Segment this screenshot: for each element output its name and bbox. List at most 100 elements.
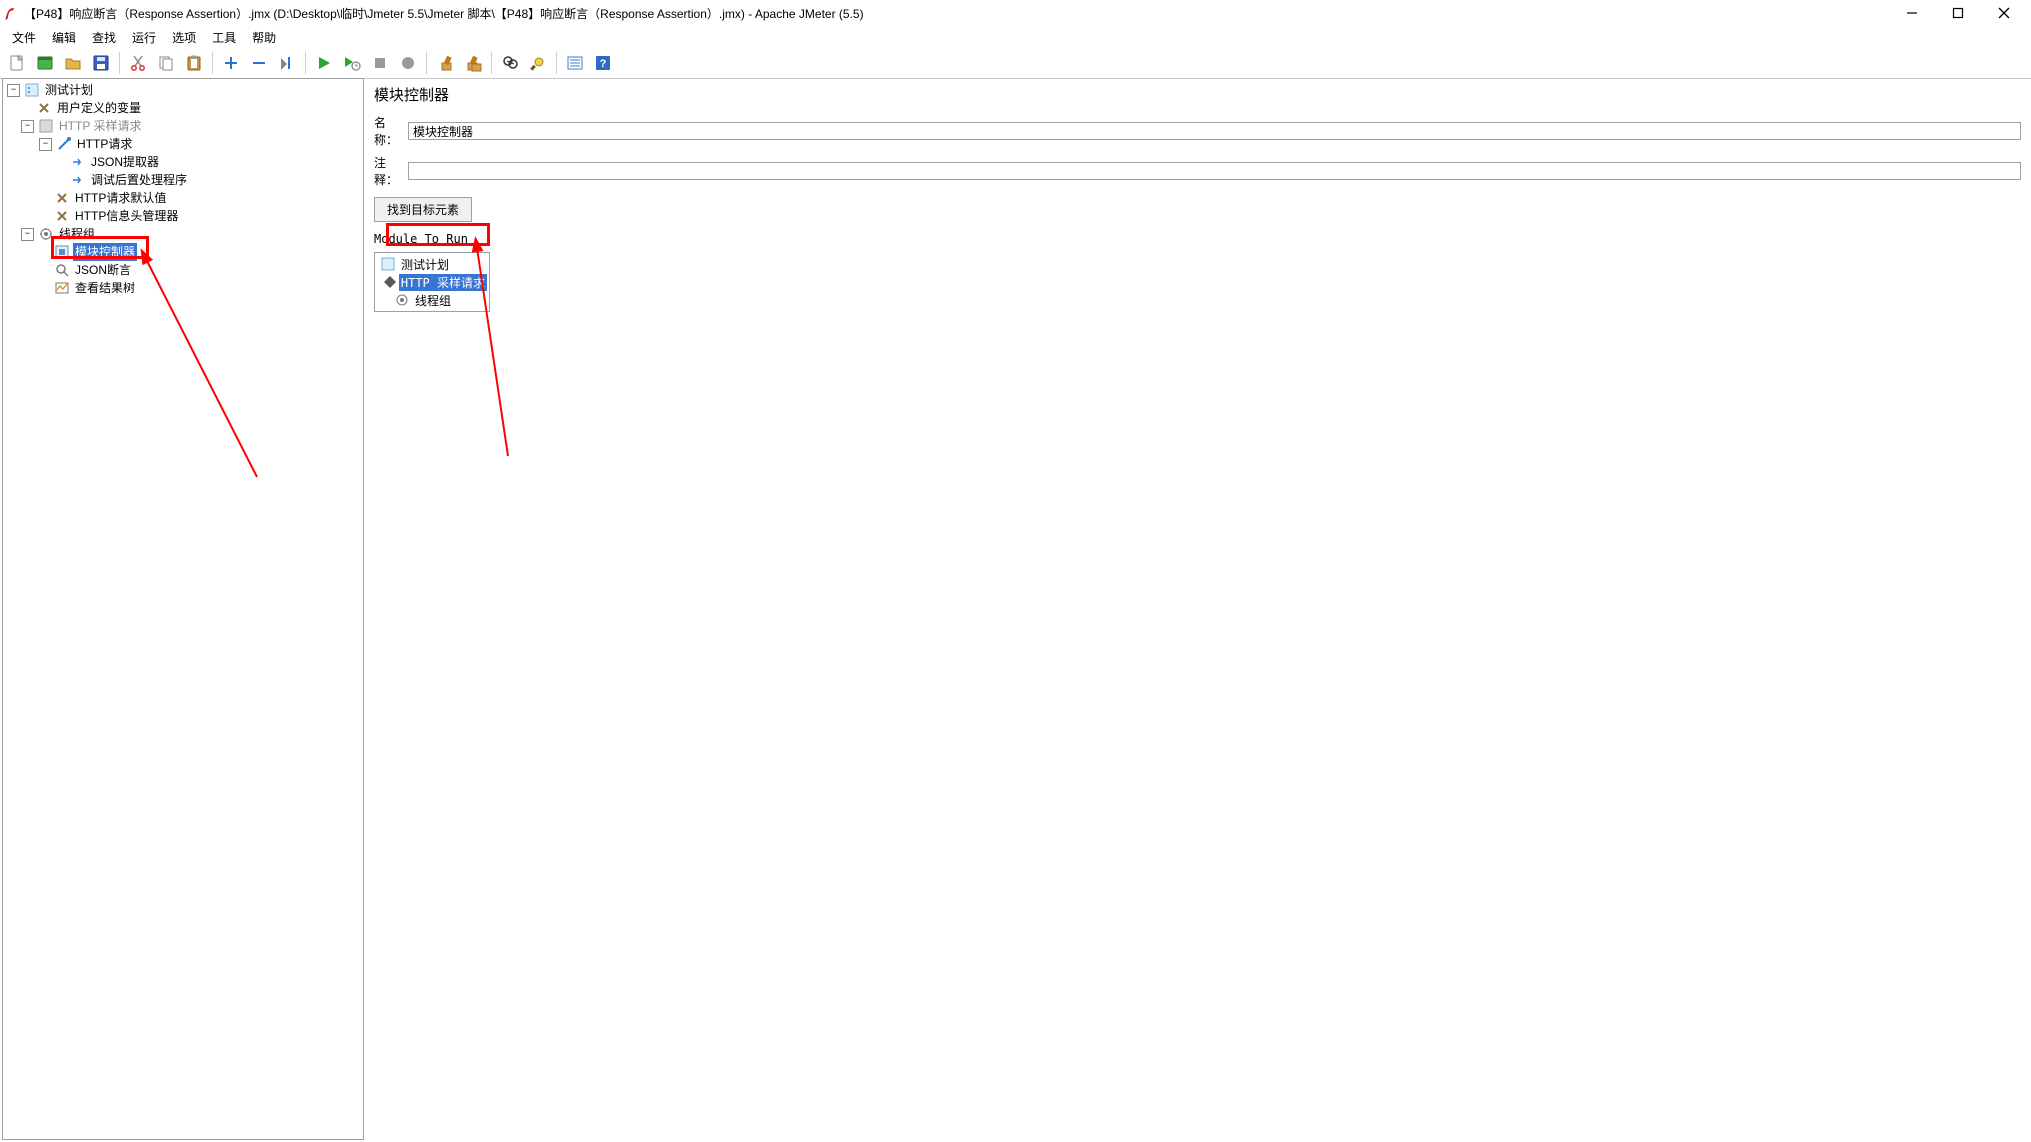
reset-search-icon[interactable] xyxy=(525,50,551,76)
toolbar: ? xyxy=(0,48,2031,79)
function-helper-icon[interactable] xyxy=(562,50,588,76)
name-input[interactable] xyxy=(408,122,2021,140)
tree-node-view-results-tree[interactable]: 查看结果树 xyxy=(3,279,363,297)
tree-label: 用户定义的变量 xyxy=(55,99,143,117)
shutdown-icon[interactable] xyxy=(395,50,421,76)
tree-node-module-controller[interactable]: 模块控制器 xyxy=(3,243,363,261)
menu-search[interactable]: 查找 xyxy=(84,27,124,48)
menu-help[interactable]: 帮助 xyxy=(244,27,284,48)
menu-file[interactable]: 文件 xyxy=(4,27,44,48)
sampler-icon xyxy=(55,136,73,152)
tree-node-thread-group[interactable]: − 线程组 xyxy=(3,225,363,243)
window-title: 【P48】响应断言（Response Assertion）.jmx (D:\De… xyxy=(24,5,1889,22)
comments-input[interactable] xyxy=(408,162,2021,180)
clear-icon[interactable] xyxy=(432,50,458,76)
stop-icon[interactable] xyxy=(367,50,393,76)
tree-node-http-sampler-disabled[interactable]: − HTTP 采样请求 xyxy=(3,117,363,135)
module-tree-http-sampler[interactable]: HTTP 采样请求 xyxy=(377,273,487,291)
tree-toggle-icon[interactable]: − xyxy=(39,138,52,151)
menu-tools[interactable]: 工具 xyxy=(204,27,244,48)
config-icon xyxy=(35,100,53,116)
main-split: − 测试计划 用户定义的变量 − HTTP 采样请求 xyxy=(0,77,2031,1142)
controller-icon xyxy=(383,274,397,290)
module-tree-plan[interactable]: 测试计划 xyxy=(377,255,487,273)
menu-bar: 文件 编辑 查找 运行 选项 工具 帮助 xyxy=(0,26,2031,48)
tree-label: 查看结果树 xyxy=(73,279,137,297)
thread-group-icon xyxy=(393,292,411,308)
expand-plus-icon[interactable] xyxy=(218,50,244,76)
jmeter-app-icon xyxy=(4,5,18,21)
tree-toggle-icon[interactable]: − xyxy=(21,228,34,241)
tree-label: JSON提取器 xyxy=(89,153,161,171)
clear-all-icon[interactable] xyxy=(460,50,486,76)
tree-label: HTTP请求默认值 xyxy=(73,189,168,207)
tree-label: HTTP请求 xyxy=(75,135,134,153)
postprocessor-icon xyxy=(69,172,87,188)
search-icon[interactable] xyxy=(497,50,523,76)
annotation-arrow-right xyxy=(366,78,1066,838)
tree-toggle-icon[interactable]: − xyxy=(7,84,20,97)
form-row-comments: 注释： xyxy=(366,151,2029,191)
tree-label: 模块控制器 xyxy=(73,243,137,261)
test-fragment-icon xyxy=(37,118,55,134)
form-row-name: 名称： xyxy=(366,111,2029,151)
tree-label: 线程组 xyxy=(57,225,97,243)
listener-icon xyxy=(53,280,71,296)
templates-icon[interactable] xyxy=(32,50,58,76)
find-target-button[interactable]: 找到目标元素 xyxy=(374,197,472,222)
module-tree[interactable]: 测试计划 HTTP 采样请求 线程组 xyxy=(374,252,490,312)
tree-label: HTTP信息头管理器 xyxy=(73,207,180,225)
window-controls xyxy=(1889,0,2027,26)
tree-label: 测试计划 xyxy=(399,256,451,273)
tree-label: 线程组 xyxy=(413,292,453,309)
name-label: 名称： xyxy=(374,114,408,148)
title-bar: 【P48】响应断言（Response Assertion）.jmx (D:\De… xyxy=(0,0,2031,26)
test-plan-tree[interactable]: − 测试计划 用户定义的变量 − HTTP 采样请求 xyxy=(3,79,363,299)
minimize-button[interactable] xyxy=(1889,0,1935,26)
tree-node-test-plan[interactable]: − 测试计划 xyxy=(3,81,363,99)
tree-label: JSON断言 xyxy=(73,261,133,279)
tree-node-json-assertion[interactable]: JSON断言 xyxy=(3,261,363,279)
content-panel: 模块控制器 名称： 注释： 找到目标元素 Module To Run 测试计划 xyxy=(366,78,2029,1140)
maximize-button[interactable] xyxy=(1935,0,1981,26)
svg-text:?: ? xyxy=(600,58,607,70)
tree-label: HTTP 采样请求 xyxy=(399,274,487,291)
paste-icon[interactable] xyxy=(181,50,207,76)
postprocessor-icon xyxy=(69,154,87,170)
test-plan-icon xyxy=(379,256,397,272)
close-button[interactable] xyxy=(1981,0,2027,26)
cut-icon[interactable] xyxy=(125,50,151,76)
save-icon[interactable] xyxy=(88,50,114,76)
menu-options[interactable]: 选项 xyxy=(164,27,204,48)
toggle-icon[interactable] xyxy=(274,50,300,76)
assertion-icon xyxy=(53,262,71,278)
tree-node-json-extractor[interactable]: JSON提取器 xyxy=(3,153,363,171)
copy-icon[interactable] xyxy=(153,50,179,76)
tree-node-http-defaults[interactable]: HTTP请求默认值 xyxy=(3,189,363,207)
test-plan-icon xyxy=(23,82,41,98)
tree-label: HTTP 采样请求 xyxy=(57,117,143,135)
new-file-icon[interactable] xyxy=(4,50,30,76)
tree-node-http-headers[interactable]: HTTP信息头管理器 xyxy=(3,207,363,225)
thread-group-icon xyxy=(37,226,55,242)
module-to-run-label: Module To Run xyxy=(366,228,2029,252)
start-no-timers-icon[interactable] xyxy=(339,50,365,76)
module-tree-thread-group[interactable]: 线程组 xyxy=(377,291,487,309)
start-icon[interactable] xyxy=(311,50,337,76)
tree-label: 调试后置处理程序 xyxy=(89,171,189,189)
menu-edit[interactable]: 编辑 xyxy=(44,27,84,48)
module-controller-icon xyxy=(53,244,71,260)
open-icon[interactable] xyxy=(60,50,86,76)
config-icon xyxy=(53,190,71,206)
tree-panel: − 测试计划 用户定义的变量 − HTTP 采样请求 xyxy=(2,78,364,1140)
help-icon[interactable]: ? xyxy=(590,50,616,76)
panel-title: 模块控制器 xyxy=(366,78,2029,111)
comments-label: 注释： xyxy=(374,154,408,188)
menu-run[interactable]: 运行 xyxy=(124,27,164,48)
tree-label: 测试计划 xyxy=(43,81,95,99)
tree-toggle-icon[interactable]: − xyxy=(21,120,34,133)
tree-node-user-vars[interactable]: 用户定义的变量 xyxy=(3,99,363,117)
tree-node-http-request[interactable]: − HTTP请求 xyxy=(3,135,363,153)
tree-node-debug-postprocessor[interactable]: 调试后置处理程序 xyxy=(3,171,363,189)
collapse-minus-icon[interactable] xyxy=(246,50,272,76)
